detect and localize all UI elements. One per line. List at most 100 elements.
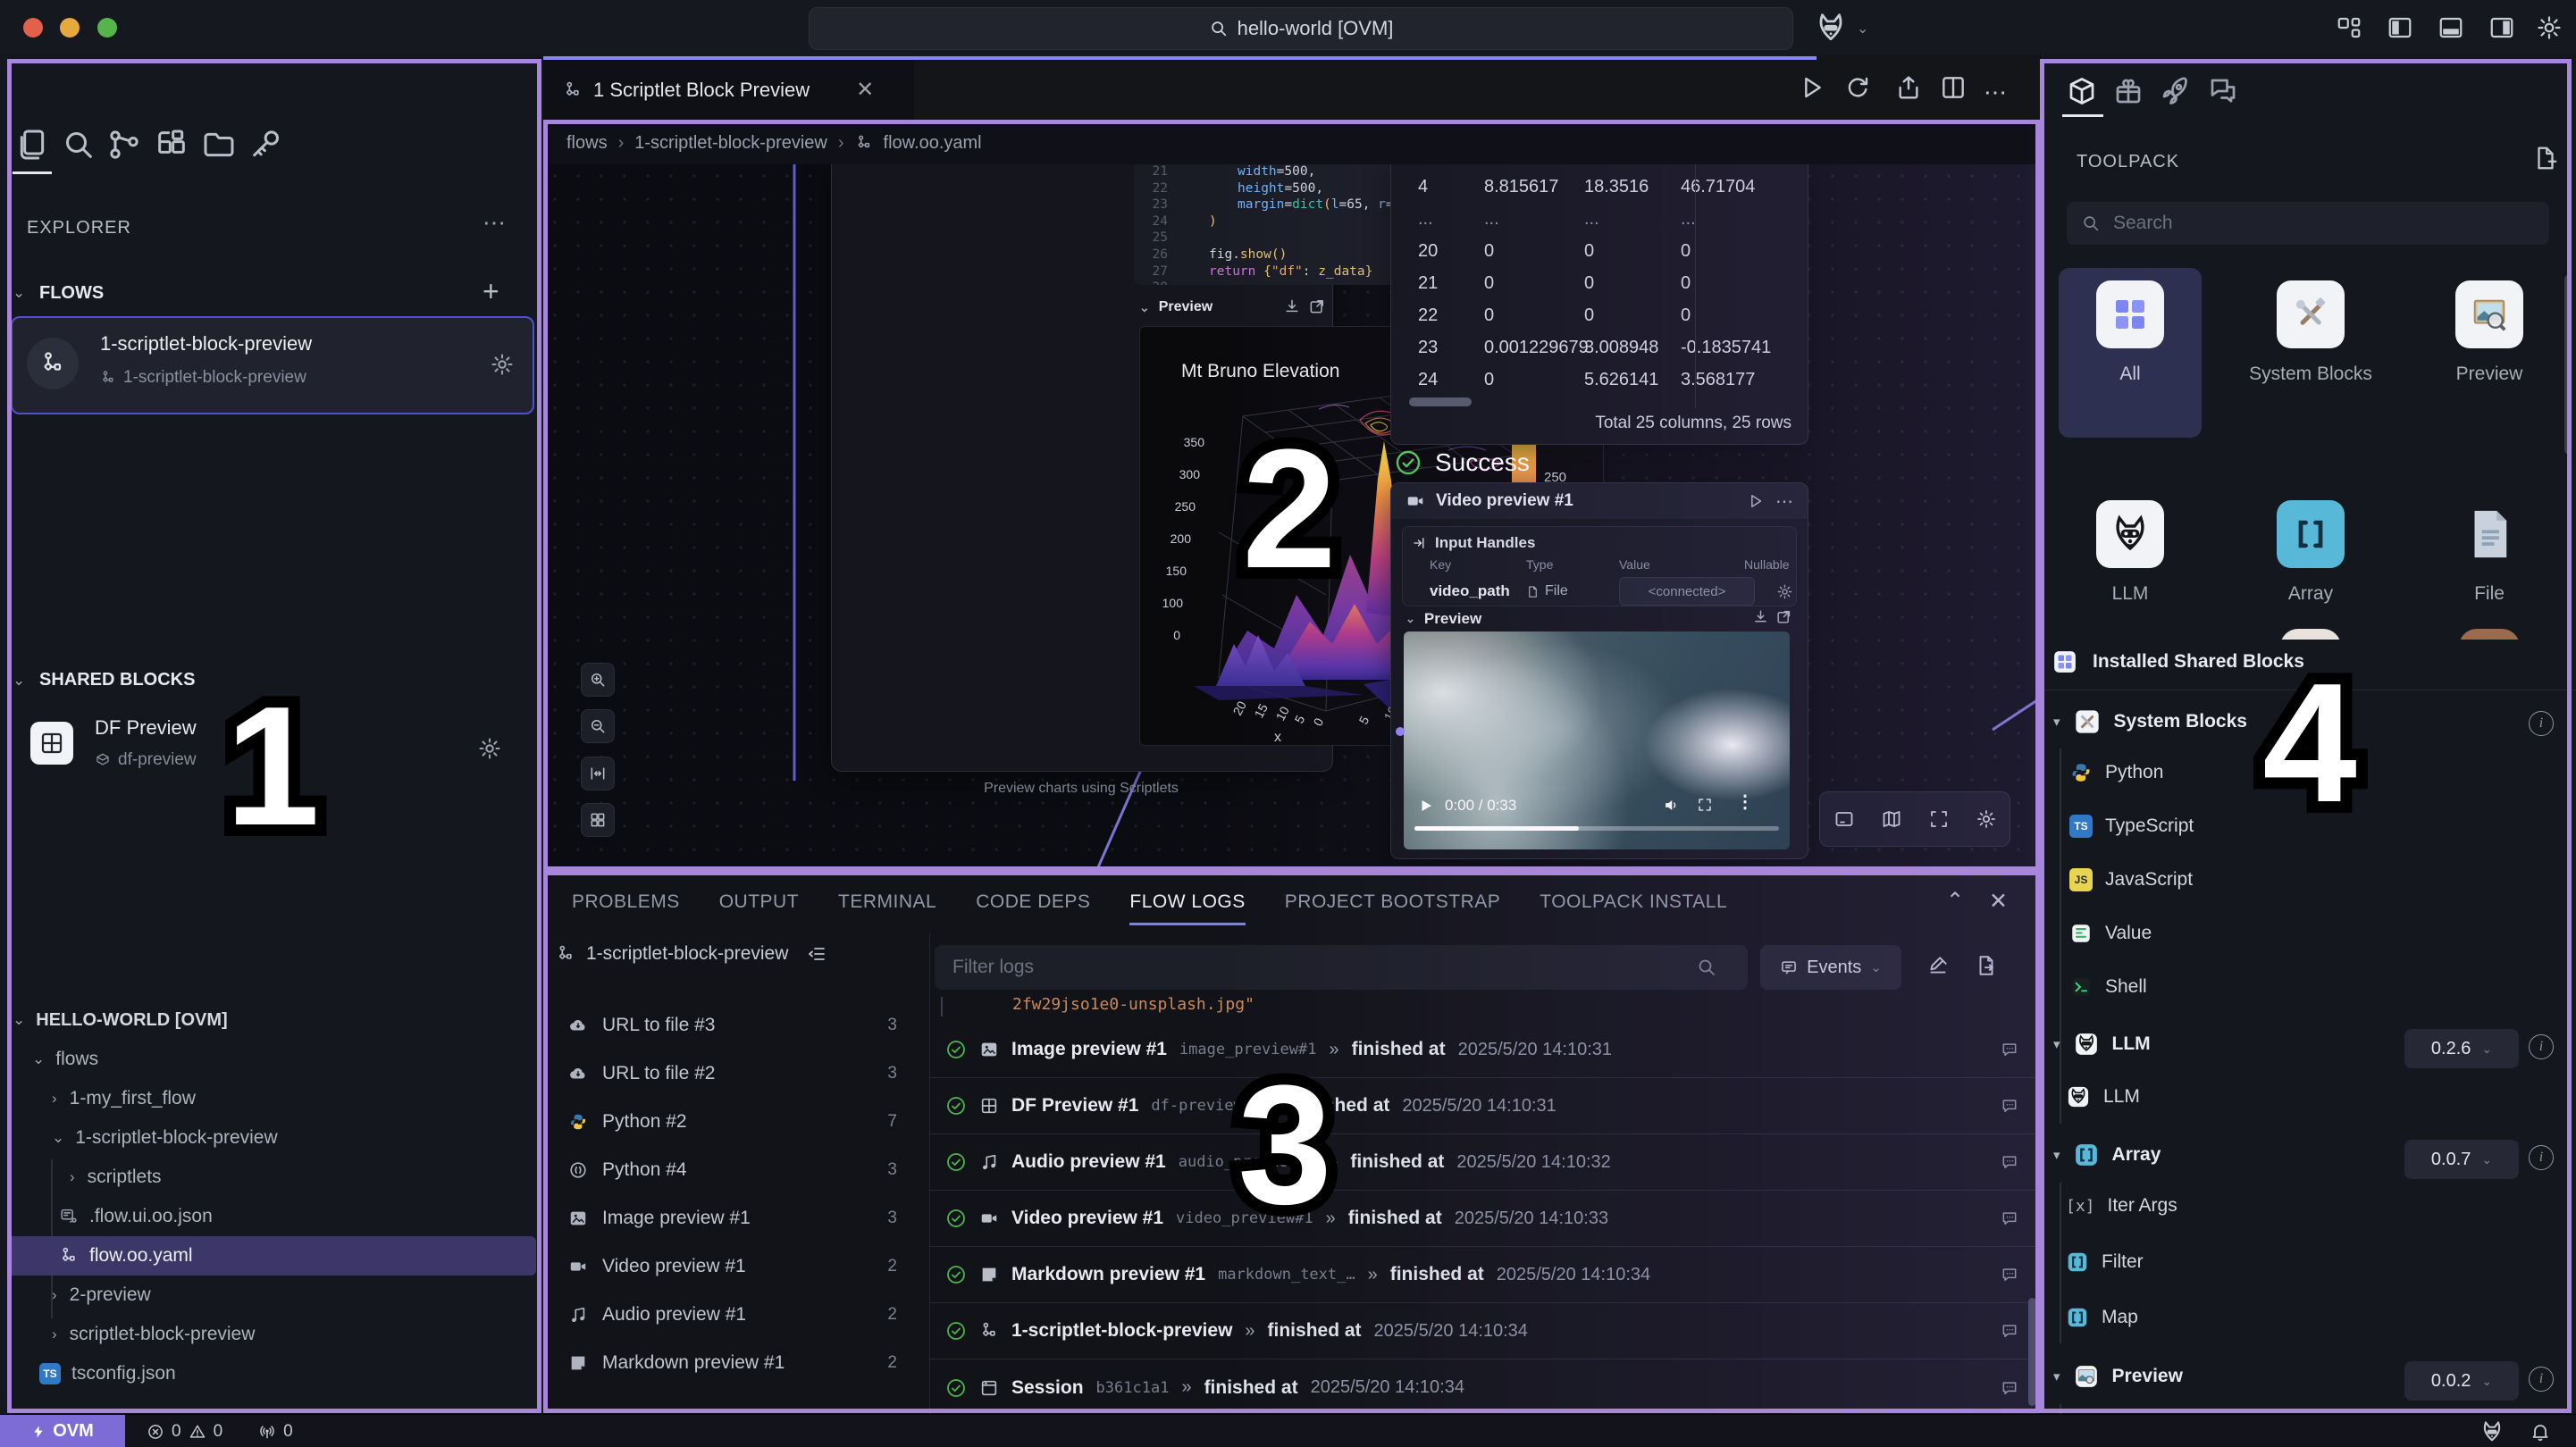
volume-icon[interactable] (1663, 797, 1680, 814)
fit-view-button[interactable] (581, 757, 615, 790)
minimap-icon[interactable] (1833, 808, 1855, 830)
block-filter[interactable]: Filter (2066, 1250, 2144, 1274)
log-scope[interactable]: 1-scriptlet-block-preview (556, 943, 827, 965)
key-icon[interactable] (248, 127, 284, 163)
block-javascript[interactable]: JS JavaScript (2069, 868, 2193, 891)
handle-gear-icon[interactable] (1776, 583, 1793, 600)
clear-logs-icon[interactable] (1926, 954, 1950, 977)
group-system-blocks[interactable]: ▾ System Blocks (2053, 707, 2247, 736)
run-flow-icon[interactable] (1798, 73, 1826, 102)
tree-item-scriptlet-block-preview[interactable]: ›scriptlet-block-preview (0, 1315, 543, 1354)
minimize-window-button[interactable] (60, 18, 80, 38)
rocket-icon[interactable] (2159, 75, 2191, 107)
block-typescript[interactable]: TS TypeScript (2069, 815, 2194, 838)
search-icon[interactable] (61, 127, 96, 163)
video-play-icon[interactable] (1418, 798, 1434, 814)
log-entry[interactable]: Markdown preview #1markdown_text_… » fin… (929, 1247, 2040, 1303)
explorer-more-icon[interactable]: ⋯ (482, 209, 508, 237)
open-external-icon[interactable] (1775, 608, 1792, 625)
problems-status[interactable]: 0 0 (147, 1422, 222, 1442)
grid-layout-button[interactable] (581, 803, 615, 837)
log-node-image-preview[interactable]: Image preview #13 (543, 1194, 929, 1242)
play-icon[interactable] (1747, 492, 1765, 510)
df-table-node[interactable]: 48.81561718.351646.71704 ............ 20… (1390, 164, 1808, 445)
shared-block-item[interactable]: DF Preview df-preview (0, 713, 543, 784)
split-editor-icon[interactable] (1939, 73, 1968, 102)
breadcrumb-file[interactable]: flow.oo.yaml (884, 133, 982, 154)
fullscreen-icon[interactable] (1697, 797, 1713, 813)
group-llm[interactable]: ▾ LLM (2053, 1031, 2151, 1058)
mascot-icon[interactable] (1814, 11, 1848, 45)
flow-list-item[interactable]: 1-scriptlet-block-preview 1-scriptlet-bl… (11, 316, 534, 414)
blocks-icon[interactable] (154, 127, 189, 163)
comment-icon[interactable] (2001, 1209, 2018, 1227)
download-icon[interactable] (1752, 608, 1769, 625)
map-icon[interactable] (1881, 808, 1902, 830)
comment-icon[interactable] (2001, 1322, 2018, 1340)
video-preview-header[interactable]: ⌄ Preview (1405, 610, 1481, 628)
ovm-badge[interactable]: OVM (0, 1415, 125, 1447)
zoom-in-button[interactable] (581, 663, 615, 697)
toolpack-cube-icon[interactable] (2066, 75, 2098, 107)
tile-llm[interactable]: LLM (2059, 500, 2202, 607)
close-window-button[interactable] (23, 18, 43, 38)
video-progress-track[interactable] (1414, 826, 1779, 831)
log-entry[interactable]: 1-scriptlet-block-preview » finished at2… (929, 1303, 2040, 1359)
zoom-out-button[interactable] (581, 709, 615, 743)
comment-icon[interactable] (2001, 1153, 2018, 1171)
new-toolpack-icon[interactable] (2532, 145, 2559, 171)
tree-item-tsconfig[interactable]: TS tsconfig.json (0, 1354, 543, 1393)
shared-settings-gear-icon[interactable] (477, 736, 502, 761)
mascot-menu-chevron[interactable]: ⌄ (1857, 20, 1868, 38)
flows-section-chevron-icon[interactable]: ⌄ (13, 284, 25, 302)
comment-icon[interactable] (2001, 1379, 2018, 1397)
table-h-scrollbar[interactable] (1409, 397, 1472, 406)
flow-canvas[interactable]: 21width=500, 22height=500, 23margin=dict… (543, 164, 2040, 926)
node-more-icon[interactable]: ⋯ (1775, 490, 1795, 513)
log-scrollbar[interactable] (2028, 1298, 2036, 1406)
input-handle-dot[interactable] (1396, 727, 1405, 736)
files-icon[interactable] (14, 127, 50, 163)
tile-file[interactable]: File (2418, 500, 2561, 607)
comment-icon[interactable] (2001, 1041, 2018, 1058)
rerun-flow-icon[interactable] (1843, 73, 1872, 102)
tab-scriptlet-block-preview[interactable]: 1 Scriptlet Block Preview ✕ (543, 58, 914, 121)
breadcrumb-flows[interactable]: flows (566, 133, 608, 154)
log-node-url2[interactable]: URL to file #23 (543, 1050, 929, 1098)
toggle-bottom-panel-icon[interactable] (2438, 14, 2464, 41)
video-kebab-icon[interactable]: ⋮ (1736, 790, 1754, 813)
tree-item-flow-oo-yaml-selected[interactable]: flow.oo.yaml (7, 1236, 536, 1276)
canvas-settings-gear-icon[interactable] (1976, 808, 1997, 830)
info-icon[interactable]: i (2529, 1034, 2554, 1059)
array-version-dropdown[interactable]: 0.0.7⌄ (2404, 1140, 2519, 1179)
tile-array[interactable]: Array (2239, 500, 2382, 607)
toggle-left-panel-icon[interactable] (2387, 14, 2413, 41)
settings-gear-icon[interactable] (2536, 14, 2563, 41)
mascot-icon[interactable] (2480, 1419, 2505, 1444)
video-player[interactable]: 0:00 / 0:33 ⋮ (1404, 631, 1790, 849)
node-preview-header[interactable]: ⌄ Preview (1139, 299, 1212, 315)
tree-item-2-preview[interactable]: ›2-preview (0, 1276, 543, 1315)
tree-item-flows[interactable]: ⌄flows (0, 1040, 543, 1079)
add-flow-button[interactable]: + (482, 275, 499, 308)
panel-collapse-chevron-icon[interactable]: ⌃ (1946, 888, 1964, 914)
block-llm[interactable]: LLM (2066, 1084, 2140, 1109)
llm-version-dropdown[interactable]: 0.2.6⌄ (2404, 1029, 2519, 1068)
block-iter-args[interactable]: [x] Iter Args (2066, 1195, 2177, 1217)
bell-icon[interactable] (2530, 1421, 2551, 1443)
log-entry[interactable]: DF Preview #1df-preview#1 » finished at2… (929, 1078, 2040, 1134)
video-node-header[interactable]: Video preview #1 ⋯ (1391, 483, 1808, 519)
flow-settings-gear-icon[interactable] (490, 352, 515, 377)
comment-icon[interactable] (2001, 1097, 2018, 1115)
tile-preview[interactable]: Preview (2418, 280, 2561, 388)
log-node-video-preview[interactable]: Video preview #12 (543, 1242, 929, 1291)
open-external-icon[interactable] (1308, 297, 1326, 315)
events-dropdown[interactable]: Events ⌄ (1760, 945, 1901, 990)
close-tab-icon[interactable]: ✕ (856, 77, 874, 103)
info-icon[interactable]: i (2529, 711, 2554, 736)
panel-close-icon[interactable]: ✕ (1989, 888, 2008, 915)
tree-item-1-scriptlet-block-preview[interactable]: ⌄1-scriptlet-block-preview (0, 1118, 543, 1158)
info-icon[interactable]: i (2529, 1367, 2554, 1392)
tab-flow-logs[interactable]: FLOW LOGS (1129, 891, 1245, 913)
handle-value-field[interactable]: <connected> (1619, 577, 1755, 606)
